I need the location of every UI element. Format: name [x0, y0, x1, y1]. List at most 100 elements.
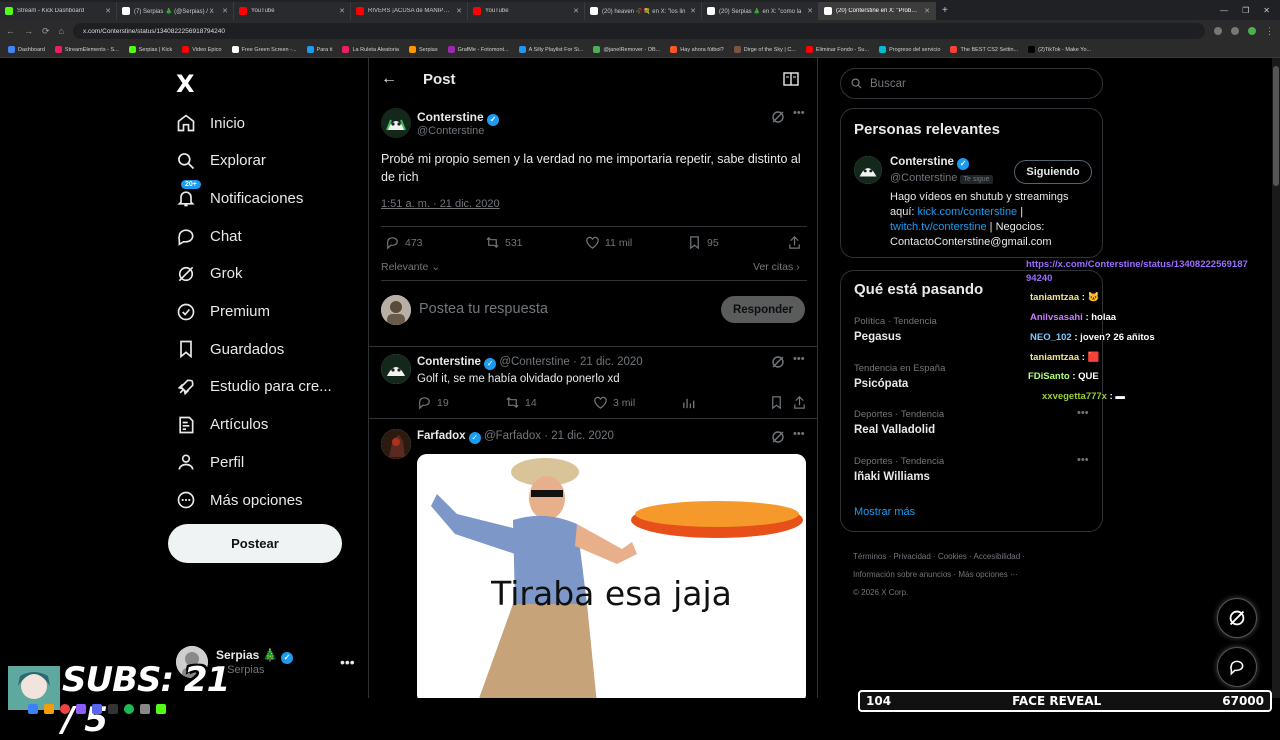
browser-tab[interactable]: (7) Serpias 🎄 (@Serpias) / X ✕ [117, 2, 234, 20]
spotify-icon[interactable] [124, 704, 134, 714]
reply-date[interactable]: · 21 dic. 2020 [573, 356, 643, 368]
more-dots-icon[interactable]: ••• [1077, 407, 1089, 419]
author-handle[interactable]: @Conterstine [417, 125, 484, 137]
reply-button[interactable]: 19 [417, 395, 449, 410]
reply-submit-button[interactable]: Responder [721, 296, 805, 323]
sidebar-item-estudio-para-cre[interactable]: Estudio para cre... [176, 373, 332, 401]
sidebar-item-guardados[interactable]: Guardados [176, 335, 284, 363]
reply-input[interactable]: Postea tu respuesta [419, 301, 548, 317]
bio-link-kick[interactable]: kick.com/conterstine [918, 206, 1018, 218]
bookmark-item[interactable]: Progreso del servicio [879, 46, 940, 53]
bookmark-item[interactable]: Hay ahora fútbol? [670, 46, 724, 53]
forward-icon[interactable]: → [24, 26, 33, 36]
bookmark-item[interactable]: Serpias | Kick [128, 46, 172, 53]
author-handle[interactable]: @Conterstine [499, 356, 569, 368]
x-logo[interactable]: X [176, 70, 195, 98]
taskbar-app-icon[interactable] [140, 704, 150, 714]
close-icon[interactable]: ✕ [222, 7, 228, 15]
bookmark-item[interactable]: Video Epico [182, 46, 222, 53]
url-field[interactable]: x.com/Conterstine/status/134082225691879… [72, 23, 1205, 39]
post-button[interactable]: Postear [168, 524, 342, 563]
discord-icon[interactable] [92, 704, 102, 714]
author-name[interactable]: Conterstine [417, 356, 481, 368]
bookmark-item[interactable]: GrafMe - Fotomont... [447, 46, 509, 53]
grok-icon[interactable] [771, 110, 785, 124]
bookmark-item[interactable]: Eliminar Fondo - Su... [805, 46, 869, 53]
maximize-icon[interactable]: ❐ [1242, 6, 1249, 15]
close-icon[interactable]: ✕ [456, 7, 462, 15]
browser-tab[interactable]: YouTube ✕ [234, 2, 351, 20]
close-icon[interactable]: ✕ [105, 7, 111, 15]
grok-icon[interactable] [771, 430, 785, 444]
close-icon[interactable]: ✕ [573, 7, 579, 15]
bookmark-item[interactable]: Para ti [306, 46, 332, 53]
minimize-icon[interactable]: — [1220, 6, 1228, 15]
bookmark-item[interactable]: La Ruleta Aleatoria [342, 46, 399, 53]
browser-tab[interactable]: (20) Conterstine en X: "Probé m ✕ [819, 2, 936, 20]
footer-line[interactable]: Términos · Privacidad · Cookies · Accesi… [853, 548, 1103, 566]
bookmark-button[interactable]: 95 [687, 235, 719, 250]
repost-button[interactable]: 14 [505, 395, 537, 410]
analytics-icon[interactable] [681, 395, 696, 410]
extension-icon[interactable] [1231, 27, 1239, 35]
reply-button[interactable]: 473 [385, 235, 423, 250]
reply-date[interactable]: · 21 dic. 2020 [544, 430, 614, 442]
sort-dropdown[interactable]: Relevante ⌄ [381, 261, 440, 273]
close-window-icon[interactable]: ✕ [1263, 6, 1270, 15]
bookmark-item[interactable]: (2)TikTok - Make Yo... [1028, 46, 1091, 53]
bookmark-item[interactable]: StreamElements - S... [54, 46, 119, 53]
browser-tab[interactable]: RIVERS ¡ACUSA de MANIPULAR ✕ [351, 2, 468, 20]
more-dots-icon[interactable]: ••• [793, 107, 805, 119]
scrollbar[interactable] [1272, 58, 1280, 698]
browser-tab[interactable]: Stream - Kick Dashboard ✕ [0, 2, 117, 20]
footer-line[interactable]: Información sobre anuncios · Más opcione… [853, 566, 1103, 584]
extension-icon[interactable] [1214, 27, 1222, 35]
sidebar-item-notificaciones[interactable]: 20+ Notificaciones [176, 180, 303, 212]
browser-tab[interactable]: YouTube ✕ [468, 2, 585, 20]
person-name[interactable]: Conterstine [890, 156, 954, 168]
bookmark-item[interactable]: Serpias [408, 46, 438, 53]
browser-tab[interactable]: (20) Serpias 🎄 en X: "como la ✕ [702, 2, 819, 20]
person-handle[interactable]: @Conterstine [890, 172, 957, 184]
sidebar-item-explorar[interactable]: Explorar [176, 147, 266, 175]
taskbar-app-icon[interactable] [44, 704, 54, 714]
show-more-link[interactable]: Mostrar más [854, 506, 915, 518]
close-icon[interactable]: ✕ [807, 7, 813, 15]
share-icon[interactable] [787, 235, 802, 250]
back-icon[interactable]: ← [6, 26, 15, 36]
profile-avatar-icon[interactable] [1248, 27, 1256, 35]
sidebar-item-chat[interactable]: Chat [176, 222, 242, 250]
chat-fab[interactable] [1217, 647, 1257, 687]
grok-icon[interactable] [771, 355, 785, 369]
sidebar-item-art-culos[interactable]: Artículos [176, 411, 268, 439]
close-icon[interactable]: ✕ [339, 7, 345, 15]
bookmark-icon[interactable] [769, 395, 784, 410]
more-dots-icon[interactable]: ••• [793, 428, 805, 440]
new-tab-icon[interactable]: + [936, 5, 954, 16]
close-icon[interactable]: ✕ [924, 7, 930, 15]
reload-icon[interactable]: ⟳ [42, 26, 50, 37]
close-icon[interactable]: ✕ [690, 7, 696, 15]
more-dots-icon[interactable]: ••• [340, 654, 355, 670]
taskbar-app-icon[interactable] [156, 704, 166, 714]
reader-icon[interactable] [783, 72, 799, 86]
sidebar-item-m-s-opciones[interactable]: Más opciones [176, 486, 303, 514]
bookmark-item[interactable]: @janelRemover - OB... [593, 46, 660, 53]
author-name[interactable]: Conterstine [417, 110, 484, 124]
back-arrow-icon[interactable]: ← [381, 70, 397, 88]
bookmark-item[interactable]: Free Green Screen -... [231, 46, 297, 53]
chrome-icon[interactable] [60, 704, 70, 714]
bookmark-item[interactable]: A Silly Playlist For Si... [518, 46, 583, 53]
share-icon[interactable] [792, 395, 807, 410]
browser-tab[interactable]: (20) heaven 🥀💐 en X: "los lin ✕ [585, 2, 702, 20]
sidebar-item-grok[interactable]: Grok [176, 260, 243, 288]
sidebar-item-perfil[interactable]: Perfil [176, 448, 244, 476]
search-input[interactable]: Buscar [840, 68, 1103, 99]
like-button[interactable]: 11 mil [585, 235, 632, 250]
home-browser-icon[interactable]: ⌂ [59, 26, 64, 36]
taskbar-app-icon[interactable] [28, 704, 38, 714]
like-button[interactable]: 3 mil [593, 395, 635, 410]
taskbar-app-icon[interactable] [76, 704, 86, 714]
avatar[interactable] [854, 156, 882, 184]
taskbar-app-icon[interactable] [108, 704, 118, 714]
